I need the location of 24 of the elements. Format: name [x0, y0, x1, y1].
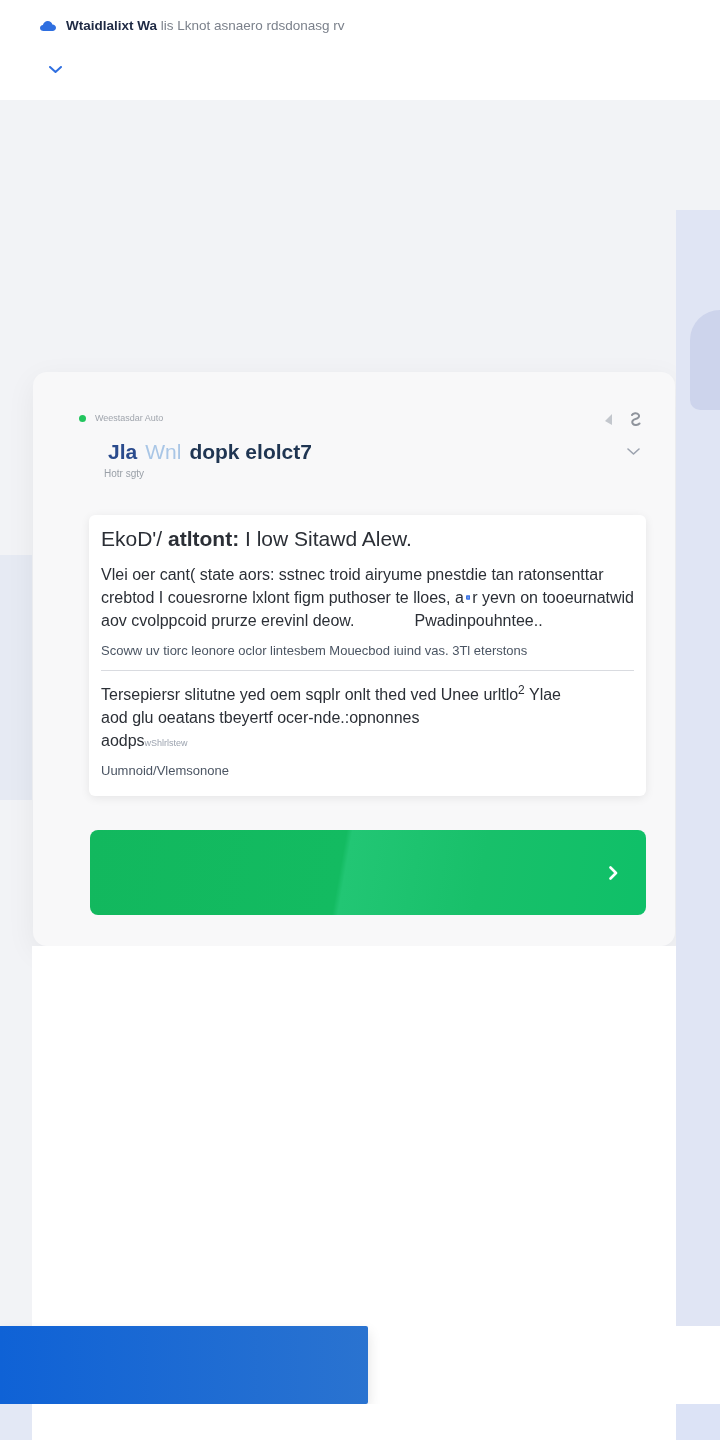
squiggle-icon[interactable] — [630, 412, 641, 426]
triangle-icon[interactable] — [605, 413, 612, 425]
chevron-right-icon — [609, 865, 618, 880]
paragraph-text: aod glu oeatans tbeyertf ocer-nde.:opnonnes — [101, 708, 420, 728]
paragraph-text: Vlei oer cant( state aors: sstnec troid airyume pnestdie tan ratonsenttar — [101, 565, 604, 585]
article-heading: EkoD'/ atltont: I low Sitawd Alew. — [101, 527, 413, 551]
caption-text: Uumnoid/Vlemsonone — [101, 763, 230, 779]
panel-subtitle: Hotr sgty — [104, 468, 145, 480]
chevron-down-icon[interactable] — [627, 448, 640, 455]
note-text: wShlrlstew — [144, 738, 188, 748]
caption-text: Scoww uv tiorc leonore oclor lintesbem Mouecbod iuind vas. 3Tl eterstons — [101, 643, 529, 659]
chevron-down-icon[interactable] — [49, 66, 62, 73]
status-label: Weestasdar Auto — [95, 412, 164, 424]
paragraph-text: Pwadinpouhntee.. — [414, 611, 543, 631]
header-title: Wtaidlalixt Wa lis Lknot asnaero rdsdonasg rv — [66, 18, 345, 34]
side-panel — [0, 1404, 32, 1440]
panel-title: Jla Wnl dopk elolct7 — [108, 440, 312, 464]
side-panel — [676, 1404, 720, 1440]
paragraph-text: r yevn on tooeurnatwid — [472, 588, 634, 608]
paragraph-text: Tersepiersr slitutne yed oem sqplr onlt thed ved Unee urltlo$^{2}$ Ylae — [101, 683, 561, 705]
cloud-icon — [40, 21, 56, 31]
paragraph-text: aov cvolppcoid prurze erevinl deow. — [101, 611, 355, 631]
paragraph-text: crebtod I couesrorne lxlont figm puthoser te lloes, a — [101, 588, 464, 608]
paragraph-text: aodps — [101, 731, 145, 751]
